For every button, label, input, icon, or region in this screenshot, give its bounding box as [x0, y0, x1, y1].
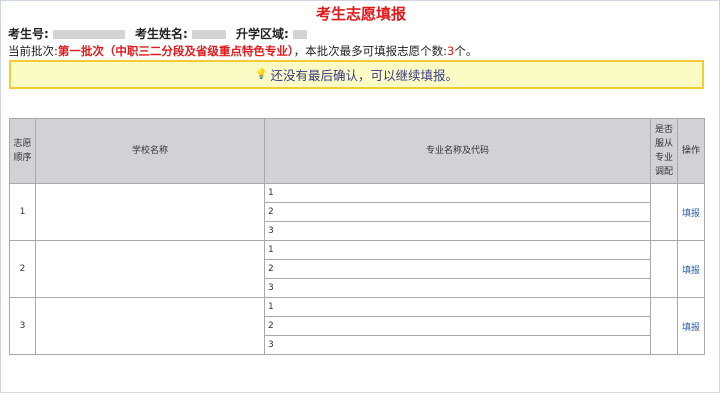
- fill-link[interactable]: 填报: [682, 266, 700, 276]
- row-order: 2: [9, 240, 36, 298]
- name-label: 考生姓名:: [135, 27, 188, 41]
- major-cell: 2: [264, 202, 651, 222]
- adjust-cell: [650, 240, 678, 298]
- major-cell: 1: [264, 297, 651, 317]
- name-value-redacted: [191, 30, 226, 39]
- school-cell: [35, 240, 265, 298]
- major-cell: 3: [264, 221, 651, 241]
- action-cell: 填报: [677, 297, 705, 355]
- notice-text: 还没有最后确认，可以继续填报。: [270, 68, 458, 83]
- adjust-cell: [650, 297, 678, 355]
- lightbulb-icon: 💡: [255, 69, 268, 80]
- header-order: 志愿顺序: [9, 118, 36, 184]
- school-cell: [35, 183, 265, 241]
- batch-prefix: 当前批次:: [8, 44, 58, 58]
- batch-suffix: 个。: [454, 44, 478, 58]
- status-notice: 💡 还没有最后确认，可以继续填报。: [9, 60, 704, 89]
- table-header-row: 志愿顺序 学校名称 专业名称及代码 是否服从专业调配 操作: [9, 118, 705, 184]
- batch-name: 第一批次（中职三二分段及省级重点特色专业）: [57, 44, 294, 58]
- fill-link[interactable]: 填报: [682, 209, 700, 219]
- header-school: 学校名称: [35, 118, 265, 184]
- action-cell: 填报: [677, 240, 705, 298]
- major-cell: 3: [264, 335, 651, 355]
- major-cell: 2: [264, 316, 651, 336]
- table-row: 2 1 填报: [9, 240, 705, 298]
- exam-no-label: 考生号:: [8, 27, 49, 41]
- action-cell: 填报: [677, 183, 705, 241]
- region-value-redacted: [292, 30, 307, 39]
- exam-no-value-redacted: [52, 30, 125, 39]
- row-order: 3: [9, 297, 36, 355]
- header-action: 操作: [677, 118, 705, 184]
- adjust-cell: [650, 183, 678, 241]
- student-info: 考生号: 考生姓名: 升学区域:: [8, 25, 313, 42]
- page-title: 考生志愿填报: [315, 5, 406, 23]
- header-adjust: 是否服从专业调配: [650, 118, 678, 184]
- row-order: 1: [9, 183, 36, 241]
- region-label: 升学区域:: [236, 27, 289, 41]
- school-cell: [35, 297, 265, 355]
- major-cell: 1: [264, 183, 651, 203]
- preference-table: 志愿顺序 学校名称 专业名称及代码 是否服从专业调配 操作 1 1 填报 2 3…: [9, 118, 705, 355]
- header-major: 专业名称及代码: [264, 118, 651, 184]
- major-cell: 1: [264, 240, 651, 260]
- batch-info: 当前批次:第一批次（中职三二分段及省级重点特色专业），本批次最多可填报志愿个数:…: [8, 43, 477, 59]
- batch-middle: ，本批次最多可填报志愿个数:: [293, 44, 447, 58]
- table-row: 1 1 填报: [9, 183, 705, 241]
- major-cell: 3: [264, 278, 651, 298]
- fill-link[interactable]: 填报: [682, 323, 700, 333]
- major-cell: 2: [264, 259, 651, 279]
- table-row: 3 1 填报: [9, 297, 705, 355]
